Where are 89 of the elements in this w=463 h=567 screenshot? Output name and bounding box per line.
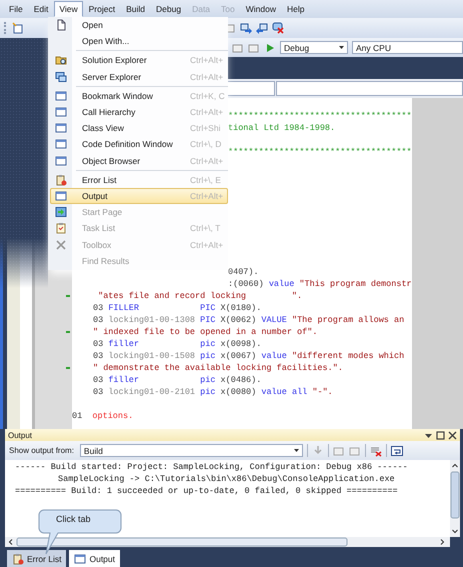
- output-source-dropdown[interactable]: Build: [80, 444, 303, 457]
- window-icon: [74, 552, 86, 564]
- window-icon: [55, 122, 67, 134]
- menu-item[interactable]: Error List Ctrl+\, E: [50, 172, 228, 188]
- output-source-label: Show output from:: [9, 446, 74, 455]
- menu-item[interactable]: Class View Ctrl+Shi: [50, 120, 228, 136]
- menu-bar-item[interactable]: File: [4, 1, 28, 17]
- window-icon[interactable]: [248, 42, 260, 54]
- clipboard-error-icon: [55, 174, 67, 186]
- shortcut-text: Ctrl+Alt+: [190, 156, 224, 166]
- arrow-icon: [55, 206, 67, 218]
- code-line: 03 locking01-00-1308 PIC X(0062) VALUE "The program allows an: [93, 315, 404, 325]
- menu-item[interactable]: Output Ctrl+Alt+: [50, 188, 228, 204]
- callout-text: Click tab: [56, 514, 91, 524]
- shortcut-text: Ctrl+\, T: [190, 223, 222, 234]
- shortcut-text: Ctrl+Alt+: [190, 55, 224, 66]
- menu-bar-item[interactable]: View: [54, 1, 83, 17]
- panel-title: Output: [8, 430, 34, 440]
- new-project-icon[interactable]: [12, 22, 24, 34]
- horizontal-scrollbar[interactable]: [5, 537, 450, 547]
- code-line: :(0060) value "This program demonstr: [228, 279, 412, 289]
- menu-item[interactable]: Object Browser Ctrl+Alt+: [50, 152, 228, 169]
- panel-tab[interactable]: Output: [69, 550, 120, 567]
- output-line: SampleLocking -> C:\Tutorials\bin\x86\Debug\ConsoleApplication.exe: [57, 473, 396, 485]
- shortcut-text: Ctrl+Alt+: [190, 190, 224, 201]
- window-icon: [55, 106, 67, 118]
- menu-bar-item[interactable]: Edit: [28, 1, 54, 17]
- menu-bar-item[interactable]: Debug: [151, 1, 186, 17]
- clear-icon[interactable]: [370, 444, 382, 456]
- code-line: ************************************: [228, 111, 412, 121]
- shortcut-text: Ctrl+\, D: [190, 139, 222, 150]
- menu-item[interactable]: Call Hierarchy Ctrl+Alt+: [50, 104, 228, 120]
- window-icon[interactable]: [232, 42, 244, 54]
- window-icon[interactable]: [348, 444, 361, 456]
- output-line: ------ Build started: Project: SampleLocking, Configuration: Debug x86 ------: [15, 461, 409, 473]
- code-line: " indexed file to be opened in a number of".: [93, 327, 318, 337]
- window-icon: [55, 190, 67, 202]
- menu-bar-item[interactable]: Help: [282, 1, 310, 17]
- folder-magnifier-icon: [55, 54, 67, 66]
- menu-item[interactable]: Open With...: [50, 33, 228, 50]
- play-icon[interactable]: [264, 42, 276, 54]
- shortcut-text: Ctrl+Alt+: [190, 72, 224, 82]
- window-icon: [55, 154, 67, 167]
- windows-arrow-icon[interactable]: [256, 22, 268, 34]
- shortcut-text: Ctrl+Alt+: [190, 240, 224, 250]
- dropdown-arrow-icon: [294, 449, 299, 452]
- code-line: tional Ltd 1984-1998.: [228, 123, 336, 133]
- windows-arrow-icon[interactable]: [240, 22, 252, 34]
- shortcut-text: Ctrl+K, C: [190, 90, 226, 101]
- clipboard-icon: [55, 222, 67, 234]
- code-line: 03 filler pic x(0486).: [93, 375, 262, 385]
- window-icon: [55, 138, 67, 150]
- output-line: ========== Build: 1 succeeded or up-to-date, 0 failed, 0 skipped ==========: [15, 485, 399, 497]
- menu-bar-item[interactable]: Project: [84, 1, 120, 17]
- close-icon[interactable]: [448, 430, 457, 440]
- menu-item[interactable]: Bookmark Window Ctrl+K, C: [50, 88, 228, 104]
- vertical-scrollbar[interactable]: [450, 460, 460, 537]
- code-line: 03 FILLER PIC X(0180).: [93, 303, 262, 313]
- code-line: "ates file and record locking ".: [97, 291, 302, 301]
- configuration-dropdown[interactable]: Debug: [280, 41, 348, 54]
- navigation-dropdown[interactable]: [276, 81, 463, 96]
- code-line: ************************************: [228, 147, 412, 157]
- code-line: " demonstrate the available locking facilities.".: [93, 363, 343, 373]
- arrow-icon[interactable]: [312, 444, 324, 456]
- code-line: 01 options.: [72, 411, 134, 421]
- comment-close-icon[interactable]: [272, 22, 284, 34]
- window-icon[interactable]: [332, 444, 345, 456]
- menu-item[interactable]: Server Explorer Ctrl+Alt+: [50, 68, 228, 85]
- computer-icon: [55, 70, 67, 83]
- clipboard-error-icon: [12, 552, 24, 564]
- menu-item[interactable]: Solution Explorer Ctrl+Alt+: [50, 52, 228, 69]
- shortcut-text: Ctrl+\, E: [190, 174, 222, 185]
- menu-item[interactable]: Code Definition Window Ctrl+\, D: [50, 136, 228, 152]
- shortcut-text: Ctrl+Alt+: [190, 107, 224, 118]
- panel-tab[interactable]: Error List: [7, 550, 66, 567]
- code-line: 03 filler pic x(0098).: [93, 339, 262, 349]
- code-line: 0407).: [228, 267, 259, 277]
- code-line: 03 locking01-00-2101 pic x(0080) value all "-".: [93, 387, 333, 397]
- menu-bar-item[interactable]: Build: [121, 1, 150, 17]
- shortcut-text: Ctrl+Shi: [190, 123, 222, 134]
- code-line: 03 locking01-00-1508 pic x(0067) value "different modes which: [93, 351, 404, 361]
- window-icon: [55, 90, 67, 102]
- tools-icon: [55, 238, 67, 251]
- document-icon: [55, 19, 67, 32]
- dropdown-arrow-icon: [339, 46, 344, 49]
- word-wrap-icon[interactable]: [390, 444, 403, 456]
- menu-bar-item[interactable]: Window: [240, 1, 281, 17]
- maximize-icon[interactable]: [436, 430, 445, 440]
- platform-dropdown[interactable]: Any CPU: [352, 41, 463, 54]
